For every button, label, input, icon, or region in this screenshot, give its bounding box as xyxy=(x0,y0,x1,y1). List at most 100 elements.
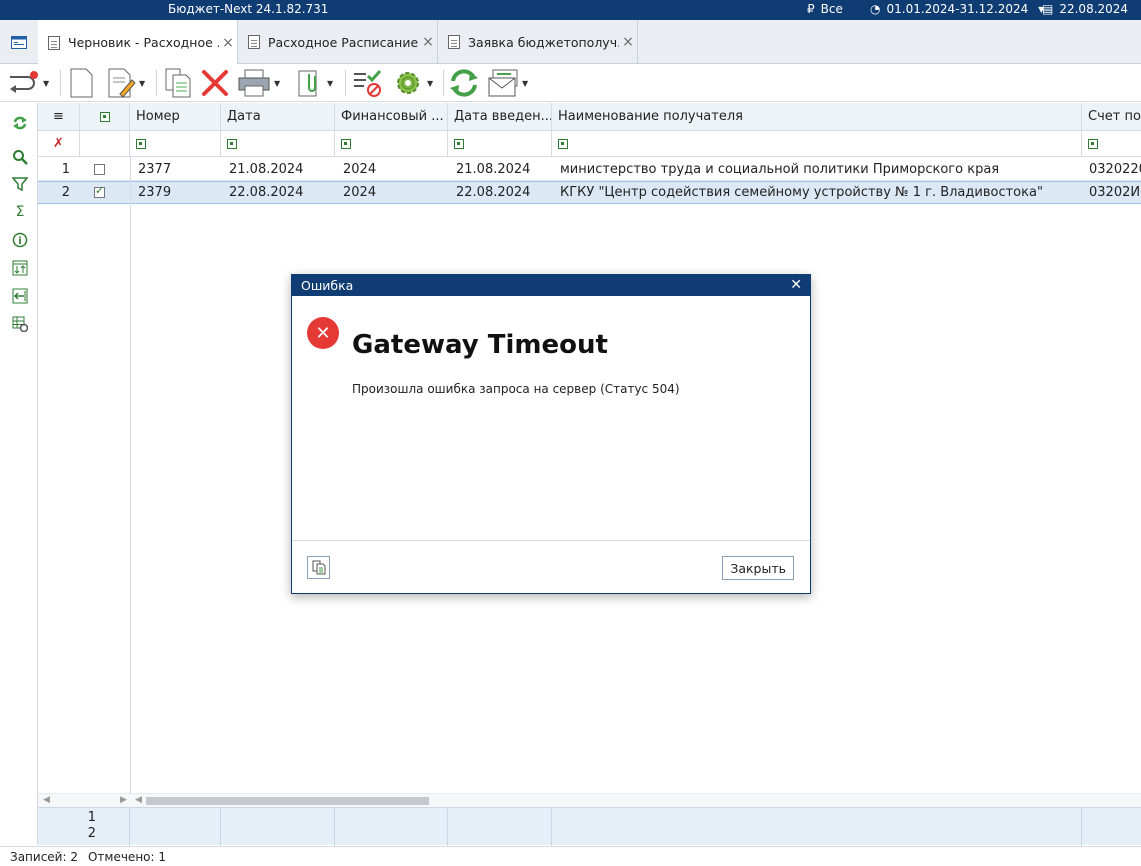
mail-button[interactable]: ▼ xyxy=(487,67,528,99)
totals-cell: 1 2 xyxy=(38,808,130,846)
dialog-title: Ошибка xyxy=(301,278,354,293)
tab-label: Расходное Расписание... xyxy=(268,34,419,50)
clear-filter-icon[interactable]: ✗ xyxy=(38,131,80,156)
row-checkbox[interactable] xyxy=(88,158,128,180)
chevron-down-icon: ▼ xyxy=(522,78,529,88)
edit-document-button[interactable]: ▼ xyxy=(106,67,145,99)
workflow-icon xyxy=(10,71,38,93)
column-menu-icon[interactable]: ≡ xyxy=(38,103,80,130)
date-selector[interactable]: ▤ 22.08.2024 xyxy=(1042,2,1128,16)
period-selector[interactable]: ◔ 01.01.2024-31.12.2024 ▼ xyxy=(870,2,1044,16)
print-button[interactable]: ▼ xyxy=(237,67,280,99)
cell-recipient: министерство труда и социальной политики… xyxy=(560,161,1000,177)
column-header-account[interactable]: Счет пол xyxy=(1082,103,1141,130)
dialog-titlebar: Ошибка ✕ xyxy=(292,275,810,296)
copy-error-button[interactable] xyxy=(307,556,330,579)
currency-filter[interactable]: ₽ Все xyxy=(807,2,843,16)
toolbar-separator xyxy=(443,70,444,96)
chevron-down-icon: ▼ xyxy=(139,78,146,88)
frozen-column-divider xyxy=(130,157,131,793)
filter-icon xyxy=(136,138,146,149)
workflow-button[interactable]: ▼ xyxy=(6,67,49,99)
scroll-right-icon[interactable]: ▶ xyxy=(120,795,127,805)
app-title: Бюджет-Next 24.1.82.731 xyxy=(168,2,329,16)
refresh-button[interactable] xyxy=(448,67,480,99)
printer-icon xyxy=(238,69,270,97)
tab-budget-request[interactable]: Заявка бюджетополуч... × xyxy=(438,20,638,64)
select-all-checkbox[interactable] xyxy=(80,103,130,130)
sort-columns-icon[interactable] xyxy=(11,259,29,277)
row-checkbox[interactable] xyxy=(88,182,128,203)
toolbar-separator xyxy=(156,70,157,96)
mail-icon xyxy=(488,69,518,97)
column-header-recipient[interactable]: Наименование получателя xyxy=(552,103,1082,130)
chevron-down-icon: ▼ xyxy=(274,78,281,88)
table-row[interactable]: 2 2379 22.08.2024 2024 22.08.2024 КГКУ "… xyxy=(38,181,1141,204)
filter-fiscal-year[interactable] xyxy=(335,131,448,156)
scroll-left-icon[interactable]: ◀ xyxy=(43,795,50,805)
document-icon xyxy=(448,35,460,49)
search-icon[interactable] xyxy=(11,148,29,166)
records-count: Записей: 2 xyxy=(10,849,78,864)
filter-entry-date[interactable] xyxy=(448,131,552,156)
close-icon[interactable]: ✕ xyxy=(790,277,802,293)
chevron-down-icon: ▼ xyxy=(43,78,50,88)
new-document-icon xyxy=(70,68,93,98)
info-icon[interactable]: i xyxy=(11,231,29,249)
tab-expense-schedule[interactable]: Расходное Расписание... × xyxy=(238,20,438,64)
error-icon: ✕ xyxy=(307,317,339,349)
app-titlebar: Бюджет-Next 24.1.82.731 ₽ Все ◔ 01.01.20… xyxy=(0,0,1141,20)
column-header-fiscal-year[interactable]: Финансовый ... xyxy=(335,103,448,130)
cell-recipient: КГКУ "Центр содействия семейному устройс… xyxy=(560,185,1043,200)
currency-filter-label: Все xyxy=(820,2,843,16)
filter-date[interactable] xyxy=(221,131,335,156)
table-row[interactable]: 1 2377 21.08.2024 2024 21.08.2024 минист… xyxy=(38,158,1141,181)
tab-draft-expense[interactable]: Черновик - Расходное ... × xyxy=(38,20,238,65)
table-settings-icon[interactable] xyxy=(11,315,29,333)
filter-icon xyxy=(558,138,568,149)
refresh-icon xyxy=(450,69,478,97)
checkbox-checked-icon xyxy=(94,184,105,198)
status-bar: Записей: 2 Отмечено: 1 xyxy=(0,846,1141,866)
check-document-button[interactable] xyxy=(352,67,382,99)
import-icon[interactable] xyxy=(11,287,29,305)
error-heading: Gateway Timeout xyxy=(352,330,608,360)
filter-number[interactable] xyxy=(130,131,221,156)
cell-entry-date: 22.08.2024 xyxy=(456,185,531,200)
close-tab-icon[interactable]: × xyxy=(619,34,637,50)
row-number: 2 xyxy=(61,185,70,200)
close-tab-icon[interactable]: × xyxy=(219,35,237,51)
new-document-button[interactable] xyxy=(68,67,94,99)
filter-icon[interactable] xyxy=(11,175,29,193)
grid-header-row: ≡ Номер Дата Финансовый ... Дата введен.… xyxy=(38,103,1141,131)
close-tab-icon[interactable]: × xyxy=(419,34,437,50)
totals-cell xyxy=(448,808,552,846)
copy-document-button[interactable] xyxy=(164,67,192,99)
delete-button[interactable] xyxy=(200,67,230,99)
toolbar-separator xyxy=(345,70,346,96)
filter-recipient[interactable] xyxy=(552,131,1082,156)
close-dialog-button[interactable]: Закрыть xyxy=(722,556,794,580)
toolbar-separator xyxy=(60,70,61,96)
cell-number: 2377 xyxy=(138,161,172,177)
filter-icon xyxy=(1088,138,1098,149)
delete-icon xyxy=(202,70,228,96)
column-header-number[interactable]: Номер xyxy=(130,103,221,130)
column-header-date[interactable]: Дата xyxy=(221,103,335,130)
tab-label: Заявка бюджетополуч... xyxy=(468,34,619,50)
scrollbar-thumb[interactable] xyxy=(146,797,429,805)
refresh-icon[interactable] xyxy=(11,114,29,132)
settings-button[interactable]: ▼ xyxy=(392,67,433,99)
scroll-left-icon[interactable]: ◀ xyxy=(135,795,142,805)
gear-icon xyxy=(397,72,419,94)
document-icon xyxy=(248,35,260,49)
sum-icon[interactable]: Σ xyxy=(11,203,29,221)
dialog-footer: Закрыть xyxy=(292,540,810,593)
svg-text:i: i xyxy=(18,236,21,247)
filter-account[interactable] xyxy=(1082,131,1141,156)
window-icon xyxy=(11,35,27,49)
attachments-button[interactable]: ▼ xyxy=(296,67,333,99)
column-header-entry-date[interactable]: Дата введен... xyxy=(448,103,552,130)
horizontal-scrollbar[interactable]: ◀ ▶ ◀ xyxy=(38,793,1141,807)
home-tab[interactable] xyxy=(0,20,38,64)
